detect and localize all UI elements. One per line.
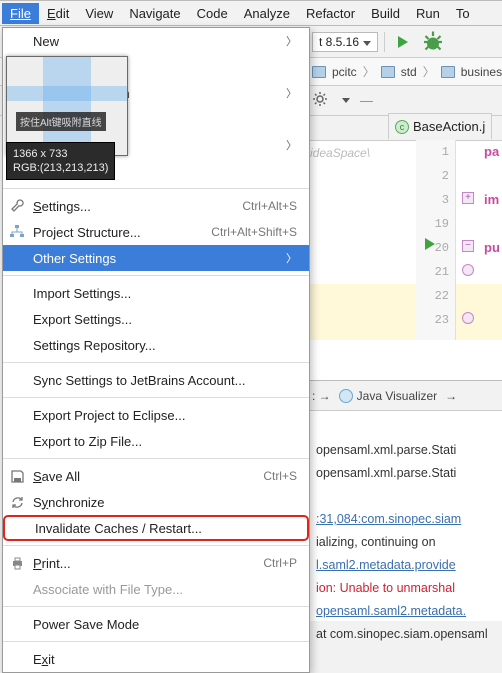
line-number[interactable]: 22	[416, 284, 455, 308]
chevron-right-icon: 〉	[286, 137, 297, 153]
separator	[3, 458, 309, 459]
menu-item-exit[interactable]: Exit	[3, 646, 309, 672]
breadcrumb-item[interactable]: std	[401, 65, 417, 79]
chevron-down-icon	[363, 41, 371, 46]
fold-column: + −	[462, 140, 478, 340]
overlay-hint-cn: 按住Alt键吸附直线	[16, 112, 106, 131]
fold-toggle[interactable]	[462, 264, 474, 276]
path-hint: ideaSpace\	[310, 146, 370, 160]
tooltip-rgb: RGB:(213,213,213)	[13, 161, 108, 175]
menu-item-settings[interactable]: Settings...Ctrl+Alt+S	[3, 193, 309, 219]
line-number[interactable]: 2	[416, 164, 455, 188]
sync-icon	[9, 494, 25, 510]
menu-view[interactable]: View	[77, 3, 121, 24]
line-number[interactable]: 3	[416, 188, 455, 212]
breadcrumb-item[interactable]: pcitc	[332, 65, 357, 79]
menu-edit[interactable]: Edit	[39, 3, 77, 24]
menu-item-synchronize[interactable]: Synchronize	[3, 489, 309, 515]
editor-tab[interactable]: c BaseAction.j	[388, 113, 492, 139]
play-icon	[398, 36, 408, 48]
folder-icon	[381, 66, 395, 78]
gear-icon[interactable]	[312, 91, 328, 110]
menu-navigate[interactable]: Navigate	[121, 3, 188, 24]
debug-button[interactable]	[421, 30, 445, 54]
chevron-right-icon: 〉	[286, 250, 297, 266]
menu-item-print[interactable]: Print...Ctrl+P	[3, 550, 309, 576]
separator	[3, 362, 309, 363]
collapse-icon[interactable]: —	[360, 93, 373, 108]
menu-item-new[interactable]: New〉	[3, 28, 309, 54]
run-button[interactable]	[391, 30, 415, 54]
menu-item-other-settings[interactable]: Other Settings〉	[3, 245, 309, 271]
menu-build[interactable]: Build	[363, 3, 408, 24]
structure-icon	[9, 224, 25, 240]
menu-item-export-zip[interactable]: Export to Zip File...	[3, 428, 309, 454]
menu-tools[interactable]: To	[448, 3, 478, 24]
chevron-right-icon: 〉	[286, 85, 297, 101]
menu-item-project-structure[interactable]: Project Structure...Ctrl+Alt+Shift+S	[3, 219, 309, 245]
menu-item-export-settings[interactable]: Export Settings...	[3, 306, 309, 332]
bottom-tabs: : → Java Visualizer →	[308, 381, 502, 411]
gutter: 1 2 3 19 20 21 22 23	[416, 140, 456, 340]
wrench-icon	[9, 198, 25, 214]
menu-item-export-eclipse[interactable]: Export Project to Eclipse...	[3, 402, 309, 428]
class-icon: c	[395, 120, 409, 134]
visualizer-icon	[339, 389, 353, 403]
print-icon	[9, 555, 25, 571]
bottom-tab-visualizer[interactable]: Java Visualizer	[339, 389, 437, 403]
menu-code[interactable]: Code	[189, 3, 236, 24]
chevron-down-icon[interactable]	[342, 98, 350, 103]
menu-item-power-save[interactable]: Power Save Mode	[3, 611, 309, 637]
chevron-right-icon: 〉	[423, 63, 435, 80]
menu-item-save-all[interactable]: Save AllCtrl+S	[3, 463, 309, 489]
tooltip-dimensions: 1366 x 733	[13, 147, 108, 161]
code-area[interactable]: pa im pu	[484, 140, 500, 260]
tab-label: BaseAction.j	[413, 119, 485, 134]
breadcrumb-item[interactable]: business	[461, 65, 502, 79]
menu-run[interactable]: Run	[408, 3, 448, 24]
save-icon	[9, 468, 25, 484]
bottom-tab[interactable]: : →	[312, 389, 331, 403]
menu-item-sync-jetbrains[interactable]: Sync Settings to JetBrains Account...	[3, 367, 309, 393]
separator	[3, 397, 309, 398]
line-number[interactable]: 23	[416, 308, 455, 332]
bottom-tab[interactable]: →	[445, 389, 457, 403]
console-output[interactable]: opensaml.xml.parse.Stati opensaml.xml.pa…	[308, 411, 502, 652]
menu-analyze[interactable]: Analyze	[236, 3, 298, 24]
magnifier-overlay	[6, 56, 128, 156]
menu-item-import-settings[interactable]: Import Settings...	[3, 280, 309, 306]
fold-toggle[interactable]	[462, 312, 474, 324]
fold-toggle[interactable]: +	[462, 192, 474, 204]
overlay-tooltip: 1366 x 733 RGB:(213,213,213)	[6, 142, 115, 180]
menubar: File Edit View Navigate Code Analyze Ref…	[0, 0, 502, 26]
separator	[3, 606, 309, 607]
line-number[interactable]: 21	[416, 260, 455, 284]
run-gutter-icon[interactable]	[425, 238, 435, 250]
bottom-panel: : → Java Visualizer → opensaml.xml.parse…	[308, 380, 502, 621]
chevron-right-icon: 〉	[286, 33, 297, 49]
separator	[3, 641, 309, 642]
run-config-selector[interactable]: t 8.5.16	[312, 32, 378, 52]
line-number[interactable]: 1	[416, 140, 455, 164]
separator	[3, 275, 309, 276]
line-number[interactable]: 20	[416, 236, 455, 260]
chevron-right-icon: 〉	[363, 63, 375, 80]
menu-file[interactable]: File	[2, 3, 39, 24]
menu-refactor[interactable]: Refactor	[298, 3, 363, 24]
menu-item-invalidate-caches[interactable]: Invalidate Caches / Restart...	[3, 515, 309, 541]
folder-icon	[312, 66, 326, 78]
fold-toggle[interactable]: −	[462, 240, 474, 252]
separator	[3, 545, 309, 546]
folder-icon	[441, 66, 455, 78]
menu-item-associate-filetype: Associate with File Type...	[3, 576, 309, 602]
bug-icon	[421, 30, 445, 54]
separator	[3, 188, 309, 189]
menu-item-settings-repository[interactable]: Settings Repository...	[3, 332, 309, 358]
line-number[interactable]: 19	[416, 212, 455, 236]
